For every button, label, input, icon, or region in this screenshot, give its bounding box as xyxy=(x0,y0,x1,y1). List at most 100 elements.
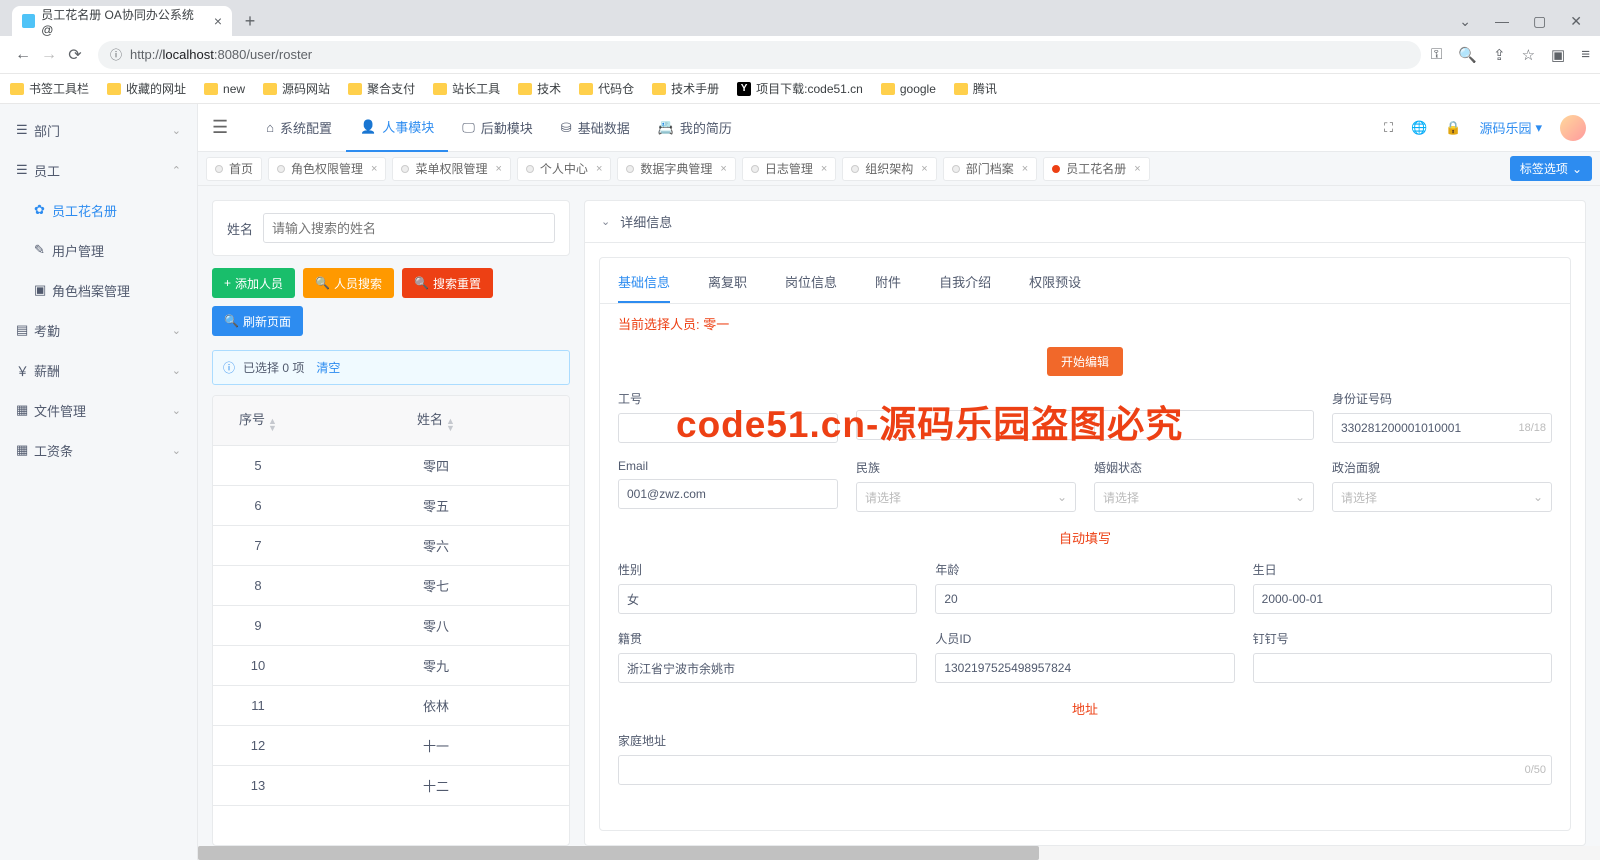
bookmark-item[interactable]: 技术手册 xyxy=(652,80,719,97)
maximize-icon[interactable]: ▢ xyxy=(1533,13,1546,30)
zhengzhi-select[interactable]: 请选择⌄ xyxy=(1332,482,1552,512)
renyuanid-input[interactable] xyxy=(935,653,1234,683)
page-tab[interactable]: 角色权限管理× xyxy=(268,157,386,181)
tab-close-icon[interactable]: × xyxy=(214,13,222,29)
bookmark-item[interactable]: 源码网站 xyxy=(263,80,330,97)
age-input[interactable] xyxy=(935,584,1234,614)
table-row[interactable]: 6零五 xyxy=(213,486,569,526)
star-icon[interactable]: ☆ xyxy=(1522,46,1535,64)
page-tab[interactable]: 个人中心× xyxy=(517,157,611,181)
sidebar-item[interactable]: ▦工资条⌄ xyxy=(0,430,197,470)
page-tab[interactable]: 数据字典管理× xyxy=(617,157,735,181)
bookmark-item[interactable]: 技术 xyxy=(518,80,561,97)
sort-icon[interactable]: ▲▼ xyxy=(446,418,455,432)
table-row[interactable]: 12十一 xyxy=(213,726,569,766)
topnav-item[interactable]: 👤人事模块 xyxy=(346,104,448,152)
detail-header[interactable]: ⌄ 详细信息 xyxy=(585,201,1585,243)
page-tab[interactable]: 组织架构× xyxy=(842,157,936,181)
fullscreen-icon[interactable]: ⛶ xyxy=(1384,120,1393,136)
name-input[interactable] xyxy=(856,410,1076,440)
new-tab-button[interactable]: + xyxy=(236,11,264,36)
tab-close-icon[interactable]: × xyxy=(596,163,602,175)
sex-input[interactable] xyxy=(618,584,917,614)
start-edit-button[interactable]: 开始编辑 xyxy=(1047,347,1123,376)
hamburger-icon[interactable]: ☰ xyxy=(212,117,228,138)
extension-icon[interactable]: ▣ xyxy=(1551,46,1565,64)
bookmark-item[interactable]: new xyxy=(204,82,245,96)
page-tab[interactable]: 首页 xyxy=(206,157,262,181)
back-button[interactable]: ← xyxy=(10,46,36,64)
user-menu[interactable]: 源码乐园 ▾ xyxy=(1479,118,1542,137)
site-info-icon[interactable]: ⓘ xyxy=(110,46,122,63)
phone-input[interactable] xyxy=(1094,410,1314,440)
table-row[interactable]: 9零八 xyxy=(213,606,569,646)
detail-tab[interactable]: 离复职 xyxy=(708,272,747,303)
forward-button[interactable]: → xyxy=(36,46,62,64)
globe-icon[interactable]: 🌐 xyxy=(1411,120,1427,136)
dingding-input[interactable] xyxy=(1253,653,1552,683)
bookmark-item[interactable]: Y项目下载:code51.cn xyxy=(737,80,863,97)
detail-tab[interactable]: 自我介绍 xyxy=(939,272,991,303)
hunyin-select[interactable]: 请选择⌄ xyxy=(1094,482,1314,512)
detail-tab[interactable]: 基础信息 xyxy=(618,272,670,303)
profile-icon[interactable]: ≡ xyxy=(1581,46,1590,64)
bookmark-item[interactable]: 代码仓 xyxy=(579,80,634,97)
sidebar-item[interactable]: ￥薪酬⌄ xyxy=(0,350,197,390)
table-row[interactable]: 13十二 xyxy=(213,766,569,806)
minzu-select[interactable]: 请选择⌄ xyxy=(856,482,1076,512)
tab-close-icon[interactable]: × xyxy=(720,163,726,175)
home-addr-input[interactable] xyxy=(618,755,1552,785)
tab-close-icon[interactable]: × xyxy=(1134,163,1140,175)
sort-icon[interactable]: ▲▼ xyxy=(268,418,277,432)
minimize-icon[interactable]: — xyxy=(1495,13,1509,30)
table-row[interactable]: 11依林 xyxy=(213,686,569,726)
topnav-item[interactable]: ⛁基础数据 xyxy=(547,104,644,152)
table-row[interactable]: 10零九 xyxy=(213,646,569,686)
email-input[interactable] xyxy=(618,479,838,509)
sidebar-item-dept[interactable]: ☰ 部门 ⌄ xyxy=(0,110,197,150)
sidebar-item[interactable]: ▤考勤⌄ xyxy=(0,310,197,350)
bookmark-item[interactable]: 书签工具栏 xyxy=(10,80,89,97)
topnav-item[interactable]: 🖵后勤模块 xyxy=(448,104,547,152)
scrollbar-thumb[interactable] xyxy=(198,846,1039,860)
refresh-button[interactable]: 🔍 刷新页面 xyxy=(212,306,303,336)
col-index[interactable]: 序号▲▼ xyxy=(213,409,303,432)
reset-search-button[interactable]: 🔍 搜索重置 xyxy=(402,268,493,298)
address-bar[interactable]: ⓘ http://localhost:8080/user/roster xyxy=(98,41,1421,69)
tab-close-icon[interactable]: × xyxy=(921,163,927,175)
share-icon[interactable]: ⇪ xyxy=(1493,46,1506,64)
search-icon[interactable]: 🔍 xyxy=(1458,46,1477,64)
sidebar-subitem[interactable]: ✿员工花名册 xyxy=(18,190,197,230)
tab-close-icon[interactable]: × xyxy=(1022,163,1028,175)
topnav-item[interactable]: ⌂系统配置 xyxy=(252,104,346,152)
detail-tab[interactable]: 附件 xyxy=(875,272,901,303)
bookmark-item[interactable]: 聚合支付 xyxy=(348,80,415,97)
bookmark-item[interactable]: 站长工具 xyxy=(433,80,500,97)
sidebar-subitem[interactable]: ▣角色档案管理 xyxy=(18,270,197,310)
gonghao-input[interactable] xyxy=(618,413,838,443)
tab-close-icon[interactable]: × xyxy=(821,163,827,175)
bookmark-item[interactable]: 腾讯 xyxy=(954,80,997,97)
horizontal-scrollbar[interactable] xyxy=(198,846,1600,860)
table-row[interactable]: 8零七 xyxy=(213,566,569,606)
tab-close-icon[interactable]: × xyxy=(495,163,501,175)
close-window-icon[interactable]: ✕ xyxy=(1570,13,1582,30)
page-tab[interactable]: 部门档案× xyxy=(943,157,1037,181)
browser-tab[interactable]: 员工花名册 OA协同办公系统 @ × xyxy=(12,6,232,36)
jiguan-input[interactable] xyxy=(618,653,917,683)
detail-tab[interactable]: 权限预设 xyxy=(1029,272,1081,303)
page-tab[interactable]: 员工花名册× xyxy=(1043,157,1149,181)
sidebar-item-emp[interactable]: ☰ 员工 ⌃ xyxy=(0,150,197,190)
avatar[interactable] xyxy=(1560,115,1586,141)
birth-input[interactable] xyxy=(1253,584,1552,614)
sidebar-subitem[interactable]: ✎用户管理 xyxy=(18,230,197,270)
col-name[interactable]: 姓名▲▼ xyxy=(303,409,569,432)
sidebar-item[interactable]: ▦文件管理⌄ xyxy=(0,390,197,430)
reload-button[interactable]: ⟳ xyxy=(62,45,88,65)
bookmark-item[interactable]: google xyxy=(881,82,936,96)
bookmark-item[interactable]: 收藏的网址 xyxy=(107,80,186,97)
add-person-button[interactable]: + 添加人员 xyxy=(212,268,295,298)
tab-options-button[interactable]: 标签选项⌄ xyxy=(1510,156,1592,181)
tab-close-icon[interactable]: × xyxy=(371,163,377,175)
caret-down-icon[interactable]: ⌄ xyxy=(1459,13,1471,30)
